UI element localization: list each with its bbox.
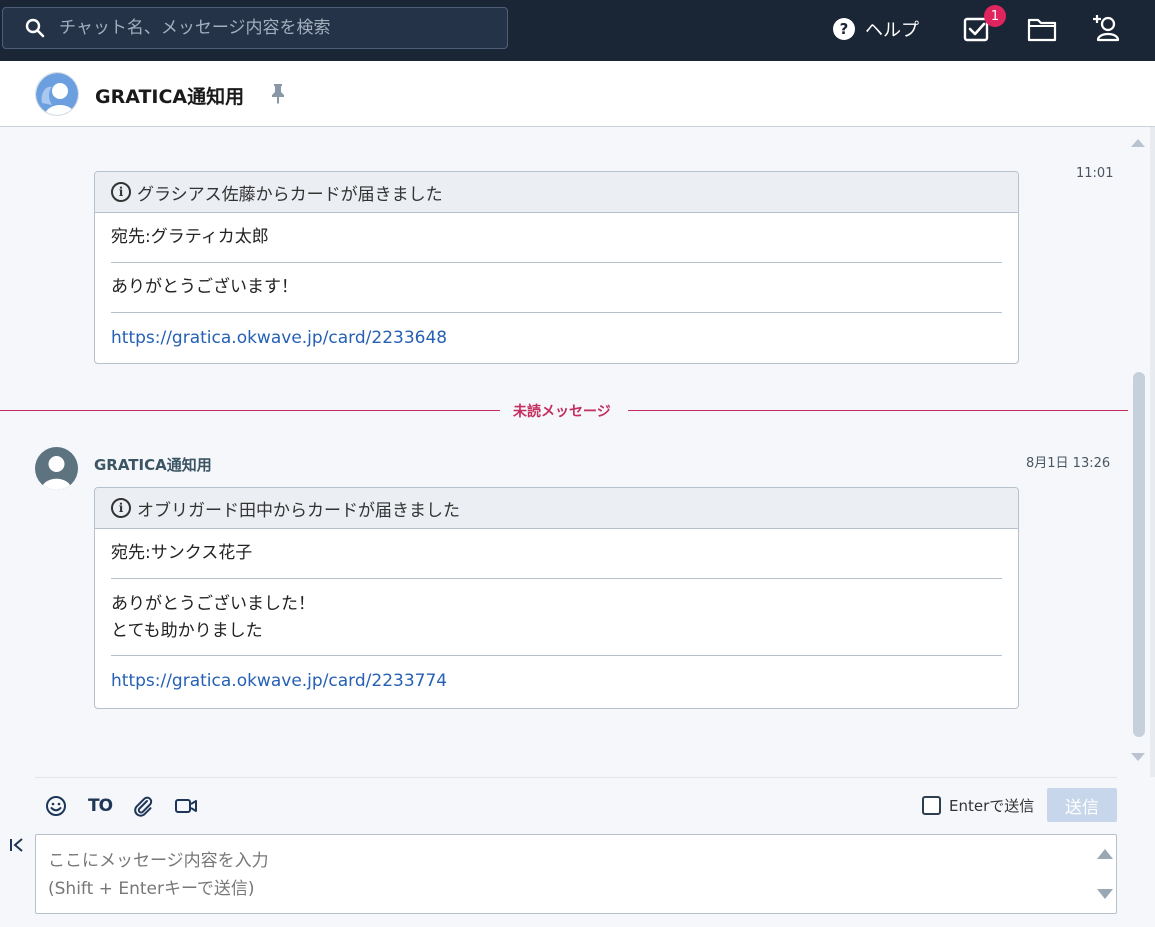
to-button[interactable]: TO [87,795,113,817]
input-scroll-up-arrow[interactable] [1097,849,1113,859]
search-input[interactable] [59,18,479,38]
unread-label: 未読メッセージ [513,404,611,420]
card-message-line: ありがとうございました！ [111,594,315,614]
card-link[interactable]: https://gratica.okwave.jp/card/2233774 [111,656,1002,705]
card-recipient: 宛先:グラティカ太郎 [111,213,1002,263]
scroll-down-arrow[interactable] [1131,753,1145,761]
scrollbar-track [1150,127,1155,777]
sender-avatar[interactable] [35,447,78,490]
folder-icon[interactable] [1027,14,1057,44]
enter-send-checkbox[interactable] [922,796,941,815]
gratica-card: i オブリガード田中からカードが届きました 宛先:サンクス花子 ありがとうござい… [94,487,1019,709]
card-message-line: とても助かりました [111,621,263,641]
composer-divider [35,777,1117,778]
message-time: 8月1日 13:26 [1026,456,1111,471]
top-bar: ? ヘルプ 1 [0,0,1155,61]
search-icon [25,18,45,38]
room-header: GRATICA通知用 [0,61,1155,127]
enter-send-toggle[interactable]: Enterで送信 [922,795,1034,816]
card-title: グラシアス佐藤からカードが届きました [137,184,443,205]
room-avatar-icon [36,73,78,115]
default-avatar-icon [41,456,72,490]
search-box[interactable] [2,7,508,49]
help-button[interactable]: ? ヘルプ [833,16,933,42]
send-button[interactable]: 送信 [1047,788,1117,822]
card-message: ありがとうございます！ [111,263,1002,313]
sender-name[interactable]: GRATICA通知用 [94,454,212,475]
room-title: GRATICA通知用 [95,86,245,108]
unread-line-right [628,410,1128,411]
input-scroll-down-arrow[interactable] [1097,889,1113,899]
video-icon[interactable] [174,795,198,817]
card-link[interactable]: https://gratica.okwave.jp/card/2233648 [111,313,1002,362]
card-message-line: ありがとうございます！ [111,277,298,297]
unread-line-left [0,410,500,411]
gratica-card: i グラシアス佐藤からカードが届きました 宛先:グラティカ太郎 ありがとうござい… [94,171,1019,364]
enter-send-label: Enterで送信 [949,797,1035,815]
add-contact-icon[interactable] [1091,12,1123,44]
card-recipient: 宛先:サンクス花子 [111,529,1002,579]
info-icon: i [111,182,131,202]
unread-divider: 未読メッセージ [0,404,1128,420]
room-avatar[interactable] [35,72,79,116]
card-header: i グラシアス佐藤からカードが届きました [95,172,1018,213]
help-icon: ? [833,18,855,40]
task-badge: 1 [984,5,1006,27]
collapse-chevron-icon [10,838,23,852]
emoji-icon[interactable] [45,795,67,817]
attachment-icon[interactable] [132,795,154,817]
scroll-up-arrow[interactable] [1131,139,1145,147]
card-message: ありがとうございました！ とても助かりました [111,579,1002,656]
card-title: オブリガード田中からカードが届きました [137,500,460,521]
composer: TO Enterで送信 送信 ここにメッセージ内容を入力 (Shift + Ent… [0,777,1155,927]
collapse-sidebar-icon[interactable] [9,837,25,858]
card-header: i オブリガード田中からカードが届きました [95,488,1018,529]
message-timeline[interactable]: 11:01 i グラシアス佐藤からカードが届きました 宛先:グラティカ太郎 あり… [0,127,1155,777]
help-label: ヘルプ [865,20,919,41]
info-icon: i [111,498,131,518]
message-time: 11:01 [1076,166,1114,181]
scrollbar-thumb[interactable] [1133,372,1145,737]
pin-icon[interactable] [268,82,288,104]
message-input[interactable]: ここにメッセージ内容を入力 (Shift + Enterキーで送信) [35,834,1117,914]
message-input-placeholder-line2: (Shift + Enterキーで送信) [48,879,255,899]
message-input-placeholder-line1: ここにメッセージ内容を入力 [48,851,269,871]
